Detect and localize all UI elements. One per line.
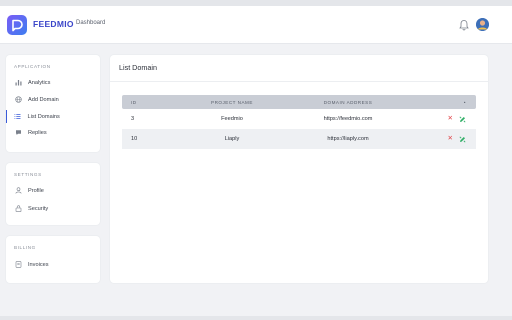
list-icon bbox=[14, 113, 22, 121]
section-title-application: APPLICATION bbox=[14, 64, 51, 69]
globe-icon bbox=[14, 96, 22, 104]
sidebar-item-profile[interactable]: Profile bbox=[6, 184, 100, 197]
sidebar-item-label: Replies bbox=[28, 129, 47, 136]
sidebar-item-label: Invoices bbox=[28, 261, 49, 268]
section-title-billing: BILLING bbox=[14, 245, 36, 250]
delete-icon[interactable]: ✕ bbox=[448, 115, 453, 123]
cell-id: 3 bbox=[131, 116, 135, 122]
cell-project-name: Feedmio bbox=[221, 116, 243, 122]
sidebar-item-analytics[interactable]: Analytics bbox=[6, 76, 100, 89]
column-header-actions: • bbox=[463, 99, 466, 105]
sidebar-item-list-domains[interactable]: List Domains bbox=[6, 110, 100, 123]
title-divider bbox=[110, 81, 488, 82]
cell-id: 10 bbox=[131, 136, 138, 142]
main-panel: List Domain ID PROJECT NAME DOMAIN ADDRE… bbox=[110, 55, 488, 283]
window-bottom-edge bbox=[0, 316, 512, 320]
table-row: 10 Liaply https://liaply.com ✕ bbox=[122, 129, 476, 149]
sidebar-item-label: Profile bbox=[28, 187, 44, 194]
bell-icon[interactable] bbox=[458, 19, 470, 31]
avatar[interactable] bbox=[476, 18, 489, 31]
sidebar-item-label: List Domains bbox=[27, 113, 60, 120]
invoice-icon bbox=[14, 261, 22, 269]
column-header-id[interactable]: ID bbox=[122, 100, 180, 105]
brand-name[interactable]: FEEDMIO bbox=[33, 19, 74, 29]
bar-chart-icon bbox=[14, 79, 22, 87]
page-title: List Domain bbox=[119, 63, 157, 72]
sidebar-application-card: APPLICATION Analytics Add Domain List Do… bbox=[6, 55, 100, 152]
logo-icon bbox=[12, 19, 23, 32]
user-icon bbox=[14, 187, 22, 195]
sidebar-settings-card: SETTINGS Profile Security bbox=[6, 163, 100, 225]
sidebar-item-add-domain[interactable]: Add Domain bbox=[6, 93, 100, 106]
cell-project-name: Liaply bbox=[224, 136, 240, 142]
column-header-domain-address[interactable]: DOMAIN ADDRESS bbox=[284, 100, 412, 105]
sidebar-item-label: Security bbox=[28, 205, 49, 212]
sidebar-item-label: Add Domain bbox=[28, 96, 59, 103]
user-avatar-icon bbox=[476, 18, 489, 31]
sidebar-item-invoices[interactable]: Invoices bbox=[6, 258, 100, 271]
section-title-settings: SETTINGS bbox=[14, 172, 42, 177]
lock-icon bbox=[14, 205, 22, 213]
sidebar-item-label: Analytics bbox=[28, 79, 51, 86]
table-header-row: ID PROJECT NAME DOMAIN ADDRESS • bbox=[122, 95, 476, 109]
edit-icon[interactable] bbox=[459, 116, 466, 123]
top-header: FEEDMIO Dashboard bbox=[0, 6, 512, 44]
delete-icon[interactable]: ✕ bbox=[448, 135, 453, 143]
row-actions: ✕ bbox=[412, 115, 476, 123]
sidebar-billing-card: BILLING Invoices bbox=[6, 236, 100, 283]
cell-domain-address: https://feedmio.com bbox=[323, 116, 373, 122]
row-actions: ✕ bbox=[412, 135, 476, 143]
sidebar-item-replies[interactable]: Replies bbox=[6, 126, 100, 139]
brand-logo[interactable] bbox=[7, 15, 27, 35]
sidebar-item-security[interactable]: Security bbox=[6, 202, 100, 215]
chat-icon bbox=[14, 129, 22, 137]
breadcrumb[interactable]: Dashboard bbox=[76, 20, 105, 26]
column-header-project-name[interactable]: PROJECT NAME bbox=[180, 100, 284, 105]
table-row: 3 Feedmio https://feedmio.com ✕ bbox=[122, 109, 476, 129]
cell-domain-address: https://liaply.com bbox=[327, 136, 369, 142]
edit-icon[interactable] bbox=[459, 136, 466, 143]
domain-table: ID PROJECT NAME DOMAIN ADDRESS • 3 Feedm… bbox=[122, 95, 476, 149]
